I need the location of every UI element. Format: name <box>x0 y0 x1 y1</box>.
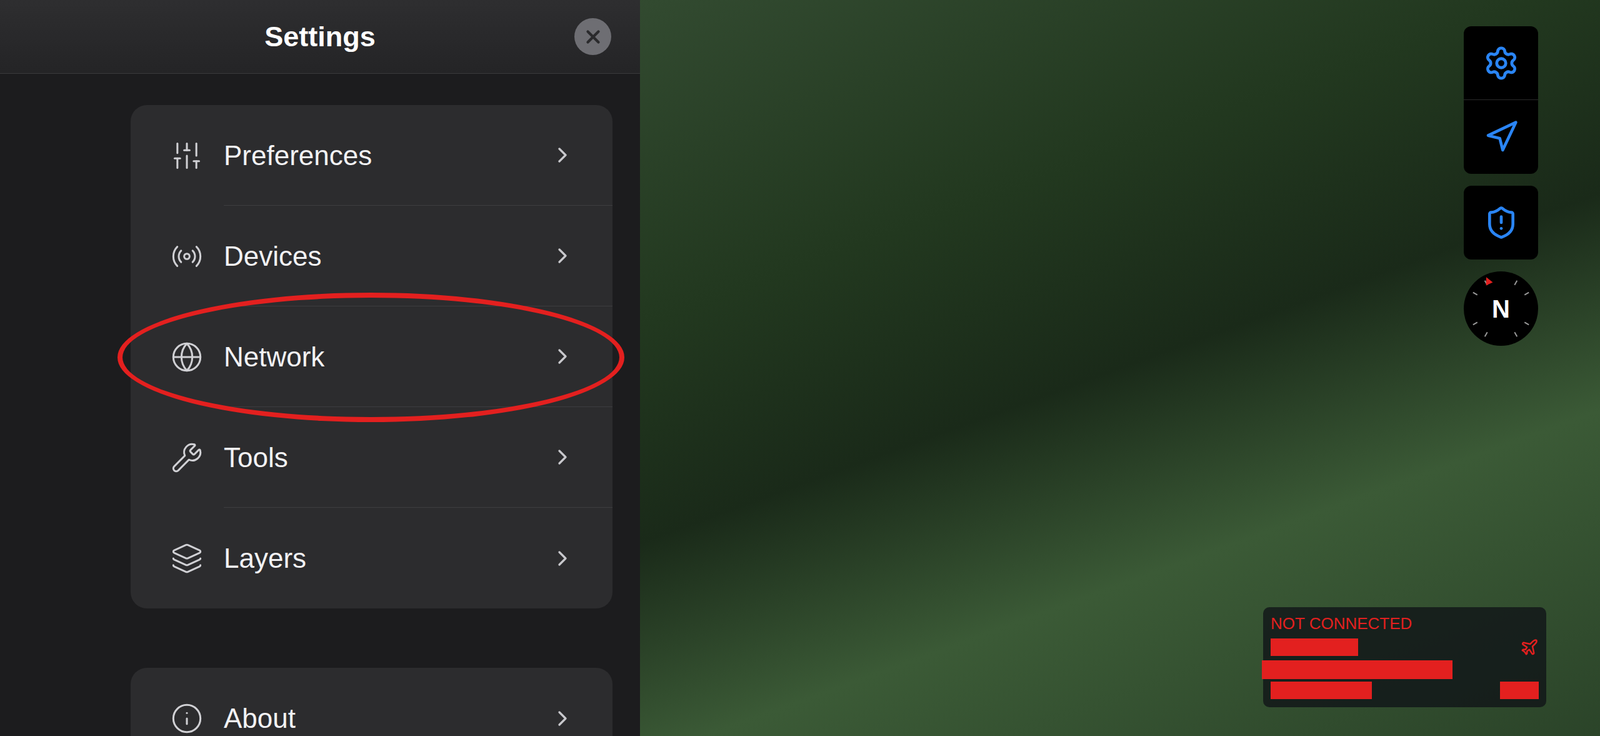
settings-button[interactable] <box>1463 26 1539 100</box>
chevron-right-icon <box>550 142 575 168</box>
navigation-arrow-icon <box>1483 119 1519 155</box>
annotation-ellipse <box>117 292 625 422</box>
menu-item-icon <box>170 340 204 374</box>
chevron-right-icon <box>550 343 575 369</box>
settings-panel: Settings Preferences Devices Network Tools La… <box>0 0 640 736</box>
menu-item-icon <box>170 240 204 273</box>
gear-icon <box>1483 45 1520 82</box>
settings-menu-item[interactable]: About <box>130 667 613 736</box>
chevron-right-icon <box>550 243 575 269</box>
menu-item-icon <box>170 541 204 575</box>
redaction-bar <box>1270 638 1359 656</box>
shield-alert-icon <box>1483 205 1519 240</box>
status-title: NOT CONNECTED <box>1270 613 1412 634</box>
app: Settings Preferences Devices Network Tools La… <box>0 0 1600 736</box>
menu-item-label: Tools <box>223 440 289 475</box>
menu-item-icon <box>170 701 204 735</box>
close-button[interactable] <box>574 18 612 55</box>
plane-off-icon <box>1520 637 1539 657</box>
menu-item-label: Layers <box>223 540 307 575</box>
menu-item-icon <box>170 441 204 474</box>
menu-item-icon <box>170 139 204 172</box>
settings-menu: Preferences Devices Network Tools Layers <box>130 105 613 609</box>
settings-menu-item[interactable]: Devices <box>130 205 613 307</box>
redaction-bar <box>1270 681 1372 699</box>
menu-item-label: Network <box>223 339 325 374</box>
close-icon <box>582 26 604 48</box>
redaction-bar <box>1261 660 1453 679</box>
chevron-right-icon <box>550 444 575 470</box>
settings-menu-item[interactable]: Preferences <box>130 105 613 206</box>
settings-title: Settings <box>264 15 376 59</box>
alert-button[interactable] <box>1463 185 1539 260</box>
menu-item-label: Preferences <box>223 138 372 173</box>
settings-menu-item[interactable]: Network <box>130 306 613 407</box>
menu-item-label: About <box>223 700 296 735</box>
status-box: NOT CONNECTED <box>1263 606 1547 707</box>
map-view[interactable]: N NOT CONNECTED <box>640 0 1600 736</box>
compass[interactable]: N <box>1463 271 1539 346</box>
locate-button[interactable] <box>1463 100 1539 174</box>
settings-header: Settings <box>0 0 640 74</box>
settings-menu-item[interactable]: Tools <box>130 406 613 508</box>
settings-menu-item[interactable]: Layers <box>130 507 613 609</box>
menu-item-label: Devices <box>223 238 322 274</box>
chevron-right-icon <box>550 705 575 731</box>
chevron-right-icon <box>550 545 575 571</box>
secondary-menu: About <box>130 667 613 736</box>
map-control-group <box>1463 26 1539 174</box>
redaction-bar <box>1500 681 1539 699</box>
